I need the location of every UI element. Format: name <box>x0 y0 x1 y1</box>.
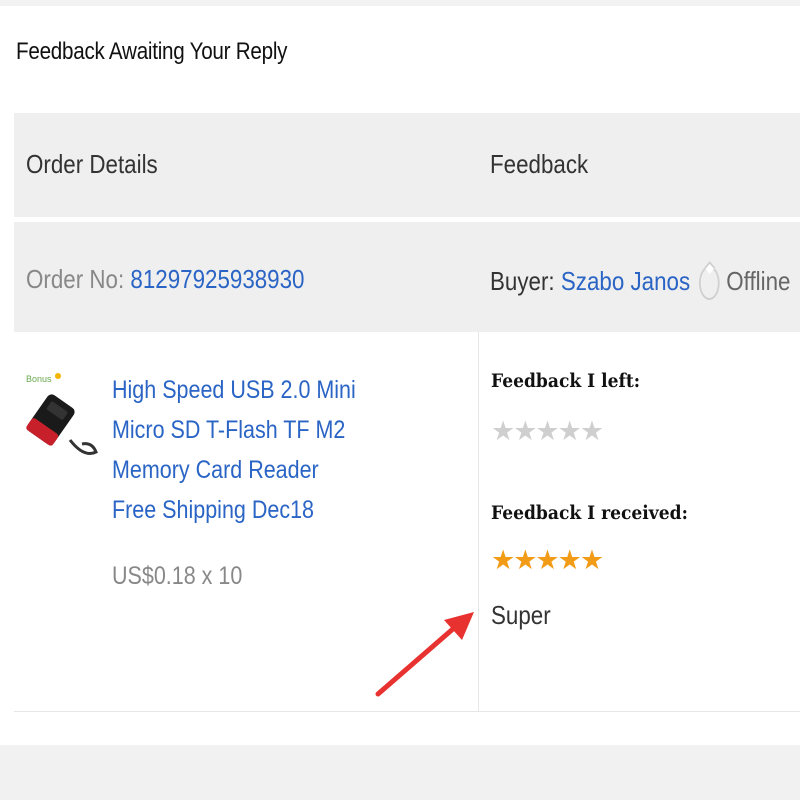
buyer-status: Offline <box>726 265 791 296</box>
order-no-link[interactable]: 81297925938930 <box>130 264 304 294</box>
product-price: US$0.18 x 10 <box>112 562 243 590</box>
order-number: Order No: 81297925938930 <box>26 264 305 295</box>
product-title-link[interactable]: High Speed USB 2.0 Mini Micro SD T-Flash… <box>112 370 361 530</box>
card-reader-thumbnail-icon[interactable]: Bonus <box>22 368 100 468</box>
row-divider <box>14 711 800 712</box>
page-title: Feedback Awaiting Your Reply <box>16 38 288 65</box>
feedback-left-stars: ★★★★★ <box>491 416 604 446</box>
header-order-details: Order Details <box>26 149 158 179</box>
table-header: Order Details Feedback <box>14 113 800 217</box>
bottom-bar <box>0 745 800 800</box>
buyer-name-link[interactable]: Szabo Janos <box>561 266 690 297</box>
svg-text:Bonus: Bonus <box>26 374 52 384</box>
header-feedback: Feedback <box>490 149 589 179</box>
buyer-label: Buyer: <box>490 265 555 296</box>
chat-icon[interactable] <box>698 266 720 300</box>
order-info-row: Order No: 81297925938930 Buyer: Szabo Ja… <box>14 222 800 332</box>
feedback-received-stars: ★★★★★ <box>491 545 604 575</box>
top-border <box>0 0 800 6</box>
feedback-received-label: Feedback I received: <box>491 502 688 524</box>
feedback-left-label: Feedback I left: <box>491 370 641 392</box>
red-arrow-annotation <box>375 612 474 697</box>
feedback-received-comment: Super <box>491 600 551 630</box>
buyer-info: Buyer: Szabo Janos Offline <box>490 264 791 300</box>
order-no-label: Order No: <box>26 264 125 294</box>
